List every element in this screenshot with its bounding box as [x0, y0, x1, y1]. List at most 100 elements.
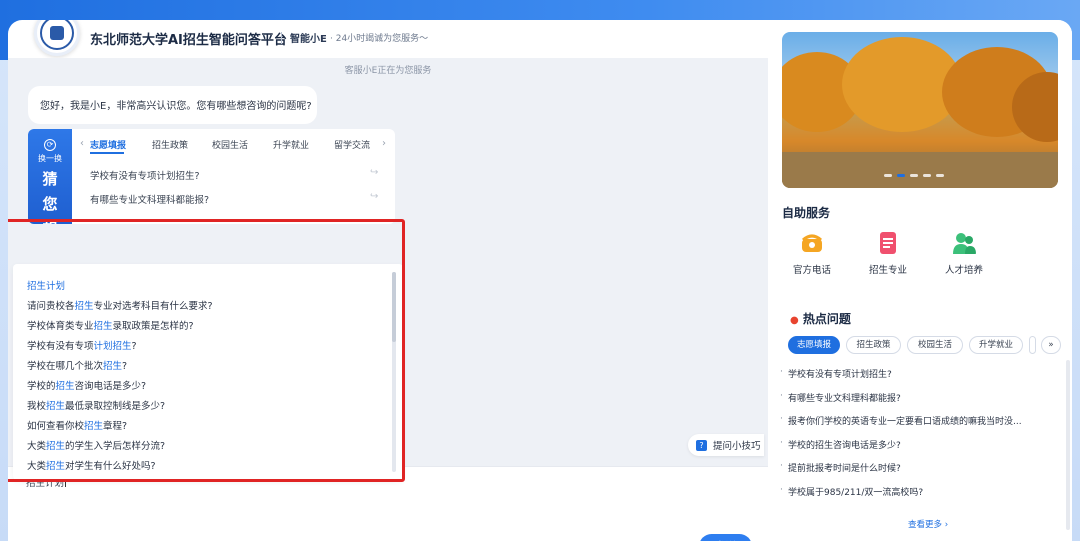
item-text: 最低录取控制线是多少?: [65, 401, 166, 412]
banner-pagination: [884, 174, 944, 180]
guess-side-char-3: 想: [28, 220, 72, 224]
item-text: 请问贵校各: [27, 301, 75, 312]
banner-dot[interactable]: [923, 174, 931, 177]
active-tab-underline: [90, 152, 124, 154]
banner-dot[interactable]: [936, 174, 944, 177]
question-tips-button[interactable]: ? 提问小技巧: [688, 434, 764, 456]
autocomplete-item[interactable]: 学校有没有专项计划招生?: [27, 338, 137, 352]
hot-tab-partial[interactable]: [1029, 336, 1036, 354]
hot-tab-4[interactable]: 升学就业: [969, 336, 1023, 354]
guess-tab-1[interactable]: 志愿填报: [90, 138, 126, 151]
service-status-note: 客服小E正在为您服务: [344, 66, 432, 76]
self-service-title: 自助服务: [782, 206, 831, 220]
item-text: 录取政策是怎样的?: [112, 321, 194, 332]
autocomplete-heading[interactable]: 招生计划: [27, 278, 65, 292]
chevron-right-icon[interactable]: ›: [382, 138, 386, 149]
item-highlight: 招生: [46, 461, 66, 472]
header: 东北师范大学AI招生智能问答平台 智能小E · 24小时竭诚为您服务～: [8, 20, 768, 58]
autocomplete-item[interactable]: 学校在哪几个批次招生?: [27, 358, 127, 372]
service-slogan: · 24小时竭诚为您服务～: [330, 34, 429, 44]
item-text: 学校有没有专项: [27, 341, 94, 352]
guess-side-char-1: 猜: [42, 170, 58, 188]
phone-icon: [802, 234, 822, 252]
chat-panel: 客服小E正在为您服务 您好，我是小E，非常高兴认识您。您有哪些想咨询的问题呢? …: [8, 58, 768, 541]
guess-side-panel[interactable]: ⟳ 换一换 猜 您 想: [28, 129, 72, 224]
title-divider: [281, 32, 282, 44]
document-icon: [880, 232, 896, 254]
autocomplete-item[interactable]: 请问贵校各招生专业对选考科目有什么要求?: [27, 298, 213, 312]
right-sidebar: 自助服务 官方电话 招生专业 人才培养 ● 热点问题 志愿填报 招生政策 校园生…: [768, 20, 1072, 541]
item-text: 章程?: [103, 421, 128, 432]
hot-question-item[interactable]: 有哪些专业文科理科都能报?: [780, 391, 901, 404]
autocomplete-item[interactable]: 大类招生对学生有什么好处吗?: [27, 458, 156, 472]
autocomplete-item[interactable]: 大类招生的学生入学后怎样分流?: [27, 438, 165, 452]
hot-question-item[interactable]: 学校属于985/211/双一流高校吗?: [780, 485, 923, 498]
item-highlight: 招生: [103, 361, 123, 372]
item-text: 学校在哪几个批次: [27, 361, 104, 372]
campus-banner[interactable]: [782, 32, 1058, 188]
guess-tab-3[interactable]: 校园生活: [212, 138, 248, 151]
guess-tab-5[interactable]: 留学交流: [334, 138, 370, 151]
right-scrollbar[interactable]: [1066, 360, 1070, 530]
guess-tab-4[interactable]: 升学就业: [273, 138, 309, 151]
item-text: 我校: [27, 401, 47, 412]
hot-question-item[interactable]: 提前批报考时间是什么时候?: [780, 461, 901, 474]
banner-dot[interactable]: [897, 174, 905, 177]
guess-question[interactable]: 学校有没有专项计划招生?: [90, 168, 200, 182]
people-icon: [953, 233, 976, 254]
service-label: 官方电话: [792, 265, 831, 276]
service-admission-majors[interactable]: 招生专业: [858, 230, 918, 276]
item-text: 学校体育类专业: [27, 321, 94, 332]
item-highlight: 招生: [84, 421, 104, 432]
item-highlight: 招生: [55, 381, 75, 392]
guess-tab-2[interactable]: 招生政策: [152, 138, 188, 151]
item-highlight: 招生: [46, 441, 66, 452]
hot-tab-3[interactable]: 校园生活: [907, 336, 963, 354]
autocomplete-dropdown: 招生计划 请问贵校各招生专业对选考科目有什么要求? 学校体育类专业招生录取政策是怎…: [13, 264, 403, 480]
item-highlight: 计划招生: [93, 341, 132, 352]
chevron-double-right-icon[interactable]: »: [1041, 336, 1061, 354]
item-text: 对学生有什么好处吗?: [65, 461, 156, 472]
university-logo: [34, 20, 80, 56]
autocomplete-item[interactable]: 学校体育类专业招生录取政策是怎样的?: [27, 318, 194, 332]
hot-questions-title: ● 热点问题: [790, 310, 851, 327]
tips-icon: ?: [696, 439, 707, 451]
guess-question[interactable]: 有哪些专业文科理科都能报?: [90, 192, 209, 206]
hot-tab-2[interactable]: 招生政策: [846, 336, 901, 354]
item-text: 大类: [27, 441, 47, 452]
ground: [782, 152, 1058, 188]
refresh-icon[interactable]: ⟳: [44, 139, 56, 151]
hot-question-item[interactable]: 报考你们学校的英语专业一定要看口语成绩的嘛我当时没...: [780, 414, 1022, 427]
flame-icon: ●: [790, 315, 799, 326]
hot-tab-1[interactable]: 志愿填报: [788, 336, 840, 354]
autocomplete-item[interactable]: 学校的招生咨询电话是多少?: [27, 378, 146, 392]
item-highlight: 招生: [93, 321, 113, 332]
service-talent-cultivation[interactable]: 人才培养: [934, 230, 994, 276]
service-label: 招生专业: [868, 265, 907, 276]
view-more-link[interactable]: 查看更多 ›: [908, 518, 948, 530]
bot-greeting-bubble: 您好，我是小E，非常高兴认识您。您有哪些想咨询的问题呢?: [28, 86, 317, 124]
item-highlight: 招生: [74, 301, 94, 312]
banner-dot[interactable]: [910, 174, 918, 177]
tips-label: 提问小技巧: [713, 441, 761, 452]
item-text: 大类: [27, 461, 47, 472]
item-text: ?: [131, 341, 137, 352]
service-label: 人才培养: [944, 265, 983, 276]
banner-dot[interactable]: [884, 174, 892, 177]
guess-questions-card: ⟳ 换一换 猜 您 想 ‹ 志愿填报 招生政策 校园生活 升学就业 留学交流 ›…: [28, 129, 395, 224]
item-text: 的学生入学后怎样分流?: [65, 441, 166, 452]
service-official-phone[interactable]: 官方电话: [782, 230, 842, 276]
item-text: 咨询电话是多少?: [74, 381, 147, 392]
guess-side-char-2: 您: [42, 195, 58, 213]
dropdown-scrollbar[interactable]: [392, 272, 396, 472]
hot-question-item[interactable]: 学校有没有专项计划招生?: [780, 367, 892, 380]
item-text: ?: [122, 361, 128, 372]
autocomplete-item[interactable]: 我校招生最低录取控制线是多少?: [27, 398, 165, 412]
dropdown-scrollbar-thumb[interactable]: [392, 272, 396, 342]
autocomplete-item[interactable]: 如何查看你校招生章程?: [27, 418, 127, 432]
assistant-badge: 智能小E: [290, 34, 327, 45]
chevron-left-icon[interactable]: ‹: [80, 138, 84, 149]
swap-label[interactable]: 换一换: [28, 153, 72, 164]
hot-question-item[interactable]: 学校的招生咨询电话是多少?: [780, 438, 901, 451]
send-button[interactable]: 发送: [699, 534, 752, 541]
